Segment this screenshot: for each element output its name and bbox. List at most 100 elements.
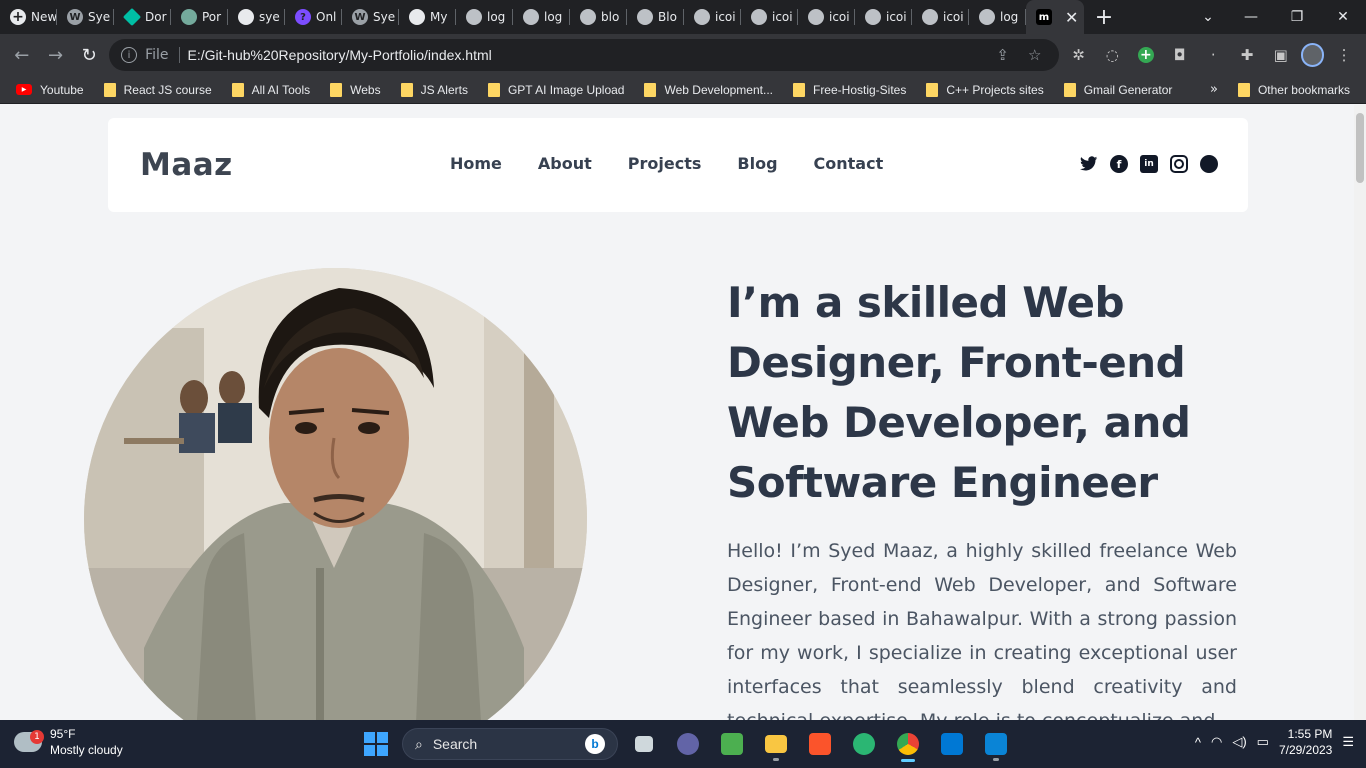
bookmark-folder[interactable]: Gmail Generator	[1056, 82, 1181, 97]
camera-icon[interactable]: ◘	[1166, 41, 1194, 69]
restore-icon[interactable]: ❐	[1274, 9, 1320, 25]
bing-icon[interactable]: b	[585, 734, 605, 754]
microsoft-store-icon[interactable]	[934, 726, 970, 762]
teams-meet-icon[interactable]	[670, 726, 706, 762]
profile-photo	[84, 268, 587, 720]
close-window-icon[interactable]: ✕	[1320, 9, 1366, 25]
browser-tab[interactable]: log	[456, 0, 513, 34]
browser-tab[interactable]: Por	[171, 0, 228, 34]
file-explorer-icon[interactable]	[758, 726, 794, 762]
bookmark-folder[interactable]: C++ Projects sites	[918, 82, 1051, 97]
nav-contact[interactable]: Contact	[814, 154, 884, 173]
browser-tab[interactable]: Blo	[627, 0, 684, 34]
facebook-icon[interactable]: f	[1110, 155, 1128, 173]
browser-tab[interactable]: sye	[228, 0, 285, 34]
github-icon	[238, 9, 254, 25]
browser-tab[interactable]: W Sye	[342, 0, 399, 34]
task-view-icon[interactable]	[626, 726, 662, 762]
bookmark-folder[interactable]: Free-Hostig-Sites	[785, 82, 914, 97]
bookmark-folder[interactable]: JS Alerts	[393, 82, 476, 97]
bookmark-folder[interactable]: Webs	[322, 82, 388, 97]
bookmark-folder[interactable]: GPT AI Image Upload	[480, 82, 633, 97]
edge-browser-icon[interactable]	[846, 726, 882, 762]
extensions-puzzle-icon[interactable]: ✚	[1233, 41, 1261, 69]
browser-tab[interactable]: icoi	[912, 0, 969, 34]
browser-tab[interactable]: log	[513, 0, 570, 34]
wifi-icon[interactable]: ◠	[1211, 734, 1222, 750]
browser-tab[interactable]: My	[399, 0, 456, 34]
info-icon[interactable]: i	[121, 47, 138, 63]
share-icon[interactable]: ⇪	[991, 46, 1015, 64]
page-scrollbar[interactable]	[1354, 105, 1366, 720]
github-icon	[409, 9, 425, 25]
globe-icon	[637, 9, 653, 25]
social-links: f in	[1080, 155, 1218, 173]
weather-widget[interactable]: 1 95°F Mostly cloudy	[14, 726, 123, 758]
more-bookmarks-icon[interactable]: »	[1202, 82, 1226, 97]
github-icon[interactable]	[1200, 155, 1218, 173]
wordpress-icon: W	[67, 9, 83, 25]
site-logo[interactable]: Maaz	[140, 147, 233, 183]
brave-browser-icon[interactable]	[802, 726, 838, 762]
forward-icon[interactable]: →	[42, 41, 70, 69]
browser-tab[interactable]: + New	[0, 0, 57, 34]
new-tab-button[interactable]: +	[1084, 0, 1124, 34]
browser-tab[interactable]: Dor	[114, 0, 171, 34]
other-bookmarks[interactable]: Other bookmarks	[1230, 82, 1358, 97]
folder-icon	[644, 82, 657, 97]
tab-search-icon[interactable]: ⌄	[1188, 9, 1228, 25]
chevron-up-icon[interactable]: ^	[1195, 735, 1201, 750]
nav-projects[interactable]: Projects	[628, 154, 702, 173]
vscode-icon[interactable]	[978, 726, 1014, 762]
notifications-icon[interactable]: ☰	[1342, 734, 1354, 750]
twitter-icon[interactable]	[1080, 155, 1098, 173]
globe-icon	[694, 9, 710, 25]
page-viewport: Maaz Home About Projects Blog Contact f …	[0, 105, 1366, 720]
browser-tab[interactable]: ? Onl	[285, 0, 342, 34]
extension-plus-icon[interactable]: +	[1132, 41, 1160, 69]
clipchamp-icon[interactable]	[714, 726, 750, 762]
nav-blog[interactable]: Blog	[737, 154, 777, 173]
browser-tab[interactable]: W Sye	[57, 0, 114, 34]
back-icon[interactable]: ←	[8, 41, 36, 69]
address-bar[interactable]: i File E:/Git-hub%20Repository/My-Portfo…	[109, 39, 1059, 71]
chrome-browser-icon[interactable]	[890, 726, 926, 762]
browser-tab[interactable]: icoi	[855, 0, 912, 34]
close-tab-icon[interactable]: ✕	[1065, 8, 1078, 27]
extension-refresh-icon[interactable]: ◌	[1098, 41, 1126, 69]
browser-tab[interactable]: log	[969, 0, 1026, 34]
browser-tab[interactable]: icoi	[741, 0, 798, 34]
globe-icon	[979, 9, 995, 25]
browser-tab[interactable]: icoi	[684, 0, 741, 34]
side-panel-icon[interactable]: ▣	[1267, 41, 1295, 69]
bookmark-folder[interactable]: Web Development...	[636, 82, 781, 97]
minimize-icon[interactable]: —	[1228, 9, 1274, 25]
bookmark-folder[interactable]: React JS course	[96, 82, 220, 97]
nav-about[interactable]: About	[538, 154, 592, 173]
start-button-icon[interactable]	[358, 726, 394, 762]
profile-avatar[interactable]	[1300, 43, 1325, 67]
linkedin-icon[interactable]: in	[1140, 155, 1158, 173]
instagram-icon[interactable]	[1170, 155, 1188, 173]
hero-heading: I’m a skilled Web Designer, Front-end We…	[727, 278, 1191, 507]
folder-icon	[1237, 82, 1250, 97]
volume-icon[interactable]: ◁)	[1232, 734, 1246, 750]
battery-icon[interactable]: ▭	[1257, 734, 1269, 750]
menu-kebab-icon[interactable]: ⋮	[1330, 41, 1358, 69]
bookmark-star-icon[interactable]: ☆	[1023, 46, 1047, 64]
clock[interactable]: 1:55 PM 7/29/2023	[1279, 726, 1332, 758]
folder-icon	[1063, 82, 1076, 97]
url-text[interactable]: E:/Git-hub%20Repository/My-Portfolio/ind…	[188, 47, 983, 63]
extension-wireless-icon[interactable]: ·	[1199, 41, 1227, 69]
extension-gear-icon[interactable]: ✲	[1065, 41, 1093, 69]
nav-home[interactable]: Home	[450, 154, 502, 173]
taskbar-search[interactable]: ⌕ Search b	[402, 728, 618, 760]
bookmark-folder[interactable]: All AI Tools	[224, 82, 318, 97]
globe-icon	[751, 9, 767, 25]
scrollbar-thumb[interactable]	[1356, 113, 1364, 183]
browser-tab[interactable]: blo	[570, 0, 627, 34]
active-tab[interactable]: m ✕	[1026, 0, 1084, 34]
browser-tab[interactable]: icoi	[798, 0, 855, 34]
reload-icon[interactable]: ↻	[75, 41, 103, 69]
bookmark-youtube[interactable]: ▶ Youtube	[8, 83, 92, 97]
